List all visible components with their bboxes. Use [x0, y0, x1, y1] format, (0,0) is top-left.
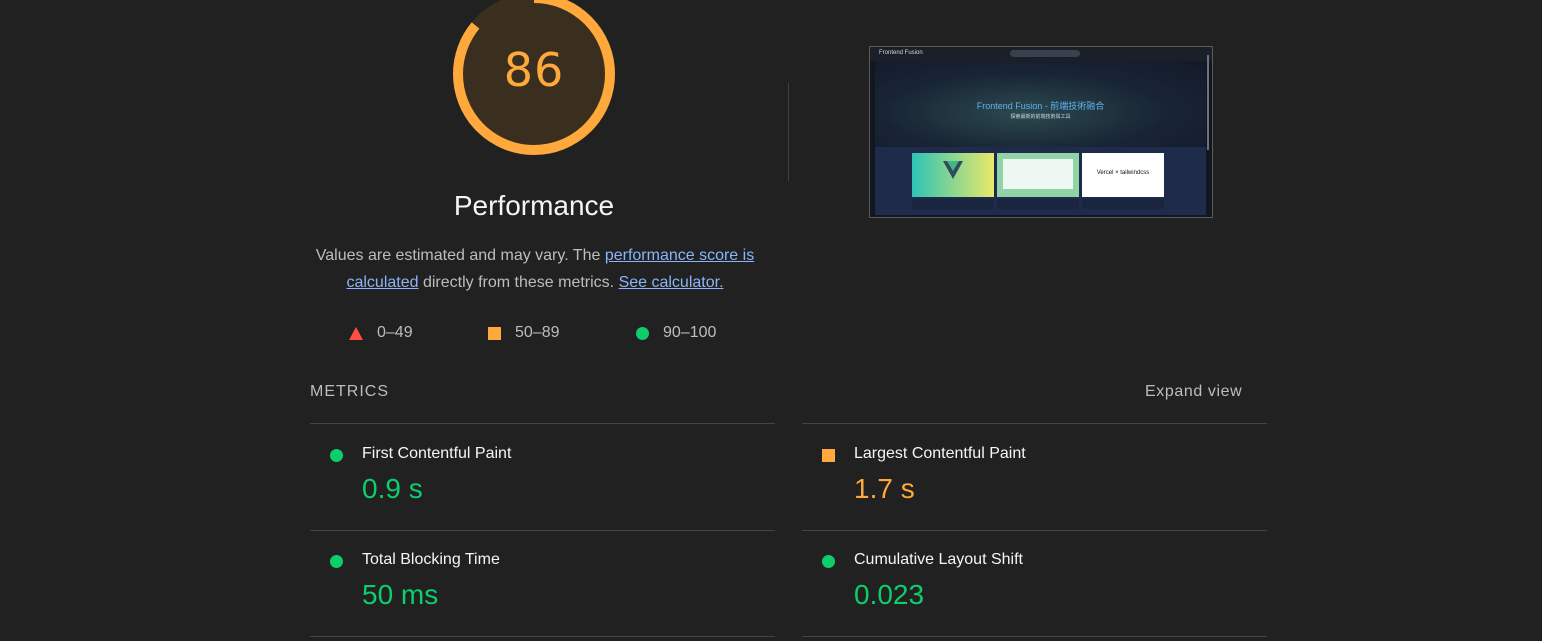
- average-square-icon: [822, 449, 835, 462]
- screenshot-hero: Frontend Fusion - 前端技術融合 探索最新的前端技術與工具: [875, 61, 1206, 147]
- metric-total-blocking-time[interactable]: Total Blocking Time 50 ms: [310, 530, 775, 636]
- vue-logo-icon: [943, 161, 963, 179]
- metric-label: Largest Contentful Paint: [854, 445, 1026, 462]
- metric-value: 0.9 s: [362, 473, 423, 504]
- performance-score: 86: [503, 43, 565, 97]
- metrics-header: METRICS: [310, 383, 389, 400]
- legend-average-range: 50–89: [515, 324, 560, 341]
- metric-divider: [310, 636, 775, 637]
- screenshot-card-info: [997, 199, 1079, 209]
- fail-triangle-icon: [349, 326, 363, 340]
- legend-pass: 90–100: [636, 322, 716, 344]
- description-text-1: Values are estimated and may vary. The: [315, 247, 605, 264]
- metric-cumulative-layout-shift[interactable]: Cumulative Layout Shift 0.023: [802, 530, 1267, 636]
- screenshot-card3-text: Vercel × tailwindcss: [1096, 170, 1150, 176]
- metric-value: 1.7 s: [854, 473, 915, 504]
- performance-gauge[interactable]: 86: [451, 0, 617, 157]
- screenshot-hero-subtitle: 探索最新的前端技術與工具: [1010, 114, 1071, 120]
- screenshot-header-bar: Frontend Fusion: [870, 47, 1212, 61]
- metric-label: Cumulative Layout Shift: [854, 551, 1023, 568]
- screenshot-card-info: [912, 199, 994, 209]
- description-text-2: directly from these metrics.: [418, 274, 619, 291]
- average-square-icon: [488, 326, 501, 340]
- final-screenshot[interactable]: Frontend Fusion Frontend Fusion - 前端技術融合…: [869, 46, 1213, 218]
- screenshot-cards: Vercel × tailwindcss: [875, 147, 1206, 215]
- expand-view-toggle[interactable]: Expand view: [1145, 383, 1242, 401]
- legend-pass-range: 90–100: [663, 324, 717, 341]
- screenshot-search-bar: [1010, 50, 1080, 57]
- metric-label: Total Blocking Time: [362, 551, 500, 568]
- screenshot-hero-title: Frontend Fusion - 前端技術融合: [976, 101, 1105, 111]
- screenshot-scrollbar: [1207, 55, 1209, 150]
- screenshot-card-2: [997, 153, 1079, 197]
- metric-value: 0.023: [854, 579, 925, 610]
- metric-divider: [802, 636, 1267, 637]
- screenshot-card-info: [1082, 199, 1164, 209]
- see-calculator-link[interactable]: See calculator.: [619, 274, 724, 291]
- metric-label: First Contentful Paint: [362, 445, 512, 462]
- screenshot-brand: Frontend Fusion: [879, 50, 923, 56]
- screenshot-card-vue: [912, 153, 994, 197]
- metric-value: 50 ms: [362, 579, 439, 610]
- screenshot-card-vercel: Vercel × tailwindcss: [1082, 153, 1164, 197]
- score-description: Values are estimated and may vary. The p…: [305, 242, 765, 296]
- pass-circle-icon: [822, 555, 835, 568]
- pass-circle-icon: [330, 555, 343, 568]
- pass-circle-icon: [330, 449, 343, 462]
- metric-first-contentful-paint[interactable]: First Contentful Paint 0.9 s: [310, 424, 775, 530]
- metric-largest-contentful-paint[interactable]: Largest Contentful Paint 1.7 s: [802, 424, 1267, 530]
- legend-average: 50–89: [488, 322, 560, 344]
- pass-circle-icon: [636, 326, 649, 340]
- category-title: Performance: [453, 190, 615, 221]
- vertical-divider: [788, 83, 789, 181]
- legend-fail-range: 0–49: [377, 324, 413, 341]
- lighthouse-report: 86 Performance Values are estimated and …: [0, 0, 1542, 641]
- legend-fail: 0–49: [349, 322, 413, 344]
